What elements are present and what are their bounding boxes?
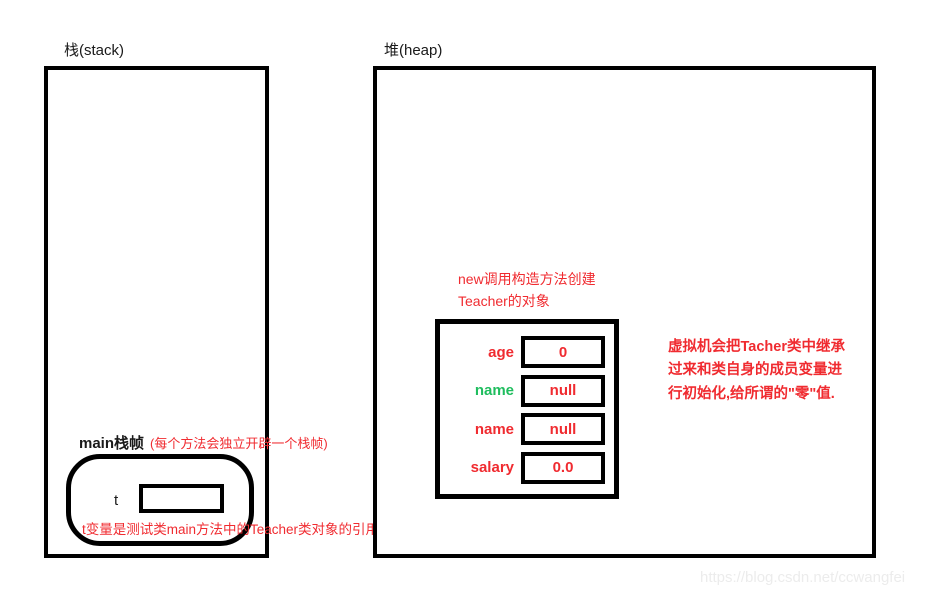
field-value-salary: 0.0 — [552, 459, 574, 477]
heap-region-title: 堆(heap) — [384, 42, 443, 59]
main-stack-frame-label: main栈帧 — [79, 435, 145, 452]
field-name-own-name: name — [474, 420, 514, 438]
field-value-box-own-name: null — [521, 413, 605, 446]
field-value-own-name: null — [549, 420, 577, 438]
field-value-box-age: 0 — [521, 336, 605, 368]
watermark: https://blog.csdn.net/ccwangfei — [700, 569, 906, 586]
field-value-inherited-name: null — [549, 382, 577, 400]
field-name-age: age — [488, 343, 514, 361]
stack-region-title: 栈(stack) — [64, 42, 125, 59]
object-field-row: age 0 — [449, 335, 605, 369]
field-value-box-inherited-name: null — [521, 374, 605, 407]
field-name-salary: salary — [470, 459, 514, 477]
object-field-row: name null — [449, 374, 605, 408]
object-field-row: salary 0.0 — [449, 451, 605, 485]
object-field-row: name null — [449, 412, 605, 446]
field-name-inherited-name: name — [474, 382, 514, 400]
new-object-note: new调用构造方法创建Teacher的对象 — [458, 271, 596, 310]
heap-object-box: age 0 name null name null salary 0.0 — [435, 319, 619, 499]
main-stack-frame-note: (每个方法会独立开辟一个栈帧) — [150, 436, 328, 451]
stack-reference-note: t变量是测试类main方法中的Teacher类对象的引用 — [82, 522, 380, 537]
variable-t-label: t — [114, 492, 119, 509]
field-value-age: 0 — [558, 343, 568, 361]
field-value-box-salary: 0.0 — [521, 451, 605, 484]
variable-t-value-box — [139, 484, 224, 513]
diagram-canvas: 栈(stack) main栈帧 (每个方法会独立开辟一个栈帧) t t变量是测试… — [0, 0, 930, 597]
heap-initialization-note: 虚拟机会把Tacher类中继承过来和类自身的成员变量进行初始化,给所谓的"零"值… — [668, 339, 845, 402]
main-stack-frame-heading: main栈帧 (每个方法会独立开辟一个栈帧) — [79, 432, 328, 453]
